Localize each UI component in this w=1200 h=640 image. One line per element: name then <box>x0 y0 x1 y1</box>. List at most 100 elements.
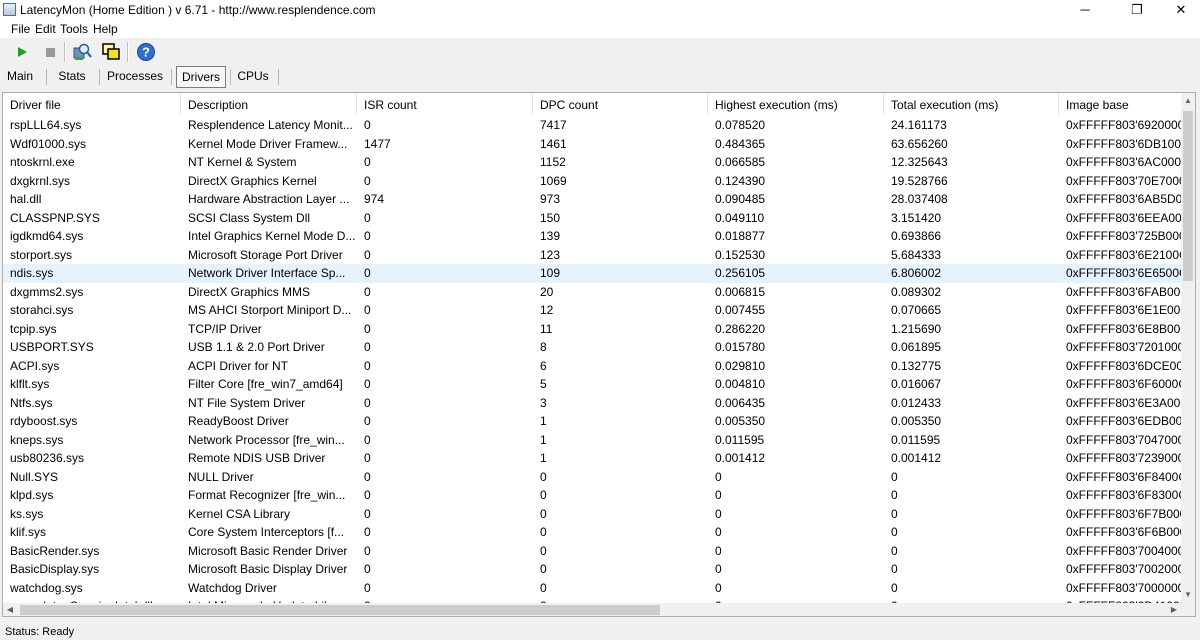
table-row[interactable]: klflt.sys Filter Core [fre_win7_amd64] 0 5 0… <box>3 375 1181 394</box>
scrollbar-corner <box>1181 603 1195 616</box>
column-header-highest-execution[interactable]: Highest execution (ms) <box>708 93 884 115</box>
tab-processes[interactable]: Processes <box>104 66 166 88</box>
column-header-description[interactable]: Description <box>181 93 357 115</box>
table-row[interactable]: BasicRender.sys Microsoft Basic Render Dr… <box>3 542 1181 561</box>
windows-icon[interactable] <box>100 41 122 63</box>
table-row[interactable]: Wdf01000.sys Kernel Mode Driver Framew...… <box>3 135 1181 154</box>
image-base-cell: 0xFFFFF803'6F6000C <box>1066 377 1181 391</box>
table-row[interactable]: igdkmd64.sys Intel Graphics Kernel Mode D… <box>3 227 1181 246</box>
help-icon[interactable]: ? <box>135 41 157 63</box>
column-header-image-base[interactable]: Image base <box>1059 93 1181 115</box>
menu-help[interactable]: Help <box>93 22 118 36</box>
drivers-list[interactable]: Driver file Description ISR count DPC co… <box>2 92 1196 617</box>
scroll-up-icon[interactable]: ▲ <box>1181 93 1195 109</box>
table-row[interactable]: Null.SYS NULL Driver 0 0 0 0 0xFFFFF803'6F8400… <box>3 468 1181 487</box>
driver-file-cell: klpd.sys <box>10 488 54 502</box>
scroll-right-icon[interactable]: ▶ <box>1167 602 1181 616</box>
table-row[interactable]: storahci.sys MS AHCI Storport Miniport D.… <box>3 301 1181 320</box>
image-base-cell: 0xFFFFF803'6DCE00C <box>1066 358 1181 373</box>
column-header-driver-file[interactable]: Driver file <box>3 93 181 115</box>
table-row[interactable]: rspLLL64.sys Resplendence Latency Monit..… <box>3 116 1181 135</box>
highest-execution-cell: 0 <box>715 488 722 502</box>
total-execution-cell: 6.806002 <box>891 266 942 280</box>
toolbar: ? <box>0 38 1200 66</box>
image-base-cell: 0xFFFFF803'6E6500C <box>1066 266 1181 280</box>
table-row[interactable]: USBPORT.SYS USB 1.1 & 2.0 Port Driver 0 8 0.… <box>3 338 1181 357</box>
total-execution-cell: 24.161173 <box>891 118 947 132</box>
tab-cpus[interactable]: CPUs <box>234 66 272 88</box>
description-cell: NT File System Driver <box>188 395 306 410</box>
driver-file-cell: BasicDisplay.sys <box>10 562 100 576</box>
dpc-count-cell: 0 <box>540 469 547 484</box>
menu-bar: File Edit Tools Help <box>0 20 1200 38</box>
highest-execution-cell: 0 <box>715 525 722 539</box>
dpc-count-cell: 0 <box>540 580 547 595</box>
description-cell: NT Kernel & System <box>188 155 297 169</box>
tab-main[interactable]: Main <box>3 66 37 88</box>
image-base-cell: 0xFFFFF803'6EDB00C <box>1066 414 1181 428</box>
table-row[interactable]: dxgkrnl.sys DirectX Graphics Kernel 0 1069 0… <box>3 172 1181 191</box>
description-cell: DirectX Graphics Kernel <box>188 173 317 188</box>
scroll-down-icon[interactable]: ▼ <box>1181 587 1195 603</box>
table-row[interactable]: CLASSPNP.SYS SCSI Class System Dll 0 150 0.0… <box>3 209 1181 228</box>
table-row[interactable]: watchdog.sys Watchdog Driver 0 0 0 0 0xFFFFF80… <box>3 579 1181 598</box>
driver-file-cell: BasicRender.sys <box>10 543 100 558</box>
dpc-count-cell: 0 <box>540 543 547 558</box>
table-row[interactable]: usb80236.sys Remote NDIS USB Driver 0 1 0.00… <box>3 449 1181 468</box>
menu-tools[interactable]: Tools <box>60 22 88 36</box>
tab-bar: Main Stats Processes Drivers CPUs <box>0 66 1200 90</box>
dpc-count-cell: 0 <box>540 488 547 502</box>
table-row[interactable]: BasicDisplay.sys Microsoft Basic Display … <box>3 560 1181 579</box>
vertical-scroll-thumb[interactable] <box>1183 111 1193 281</box>
isr-count-cell: 0 <box>364 173 371 188</box>
scroll-left-icon[interactable]: ◀ <box>3 602 17 616</box>
description-cell: TCP/IP Driver <box>188 321 262 336</box>
minimize-button[interactable]: ─ <box>1062 0 1108 20</box>
table-row[interactable]: storport.sys Microsoft Storage Port Drive… <box>3 246 1181 265</box>
column-header-total-execution[interactable]: Total execution (ms) <box>884 93 1059 115</box>
isr-count-cell: 0 <box>364 229 371 243</box>
total-execution-cell: 5.684333 <box>891 247 942 262</box>
play-icon[interactable] <box>11 41 33 63</box>
tab-separator <box>278 69 279 85</box>
menu-edit[interactable]: Edit <box>35 22 56 36</box>
column-header-isr-count[interactable]: ISR count <box>357 93 533 115</box>
table-row[interactable]: ndis.sys Network Driver Interface Sp... 0 1… <box>3 264 1181 283</box>
image-base-cell: 0xFFFFF803'6DB1000 <box>1066 136 1181 151</box>
isr-count-cell: 0 <box>364 118 371 132</box>
tab-stats[interactable]: Stats <box>52 66 92 88</box>
close-button[interactable]: ✕ <box>1158 0 1200 20</box>
title-bar: LatencyMon (Home Edition ) v 6.71 - http… <box>0 0 1200 20</box>
total-execution-cell: 3.151420 <box>891 210 942 225</box>
table-row[interactable]: dxgmms2.sys DirectX Graphics MMS 0 20 0.0068… <box>3 283 1181 302</box>
dpc-count-cell: 1 <box>540 451 547 465</box>
horizontal-scroll-thumb[interactable] <box>20 605 660 615</box>
isr-count-cell: 0 <box>364 580 371 595</box>
tab-drivers[interactable]: Drivers <box>176 66 226 88</box>
table-row[interactable]: tcpip.sys TCP/IP Driver 0 11 0.286220 1.21569… <box>3 320 1181 339</box>
horizontal-scrollbar[interactable]: ◀ ▶ <box>3 602 1181 616</box>
maximize-button[interactable]: ❐ <box>1114 0 1160 20</box>
table-row[interactable]: klif.sys Core System Interceptors [f... 0 0… <box>3 523 1181 542</box>
stop-icon[interactable] <box>39 41 61 63</box>
table-row[interactable]: kneps.sys Network Processor [fre_win... 0 1… <box>3 431 1181 450</box>
driver-file-cell: igdkmd64.sys <box>10 229 84 243</box>
driver-search-icon[interactable] <box>71 41 93 63</box>
highest-execution-cell: 0.124390 <box>715 173 766 188</box>
table-row[interactable]: hal.dll Hardware Abstraction Layer ... 974… <box>3 190 1181 209</box>
isr-count-cell: 0 <box>364 562 371 576</box>
image-base-cell: 0xFFFFF803'7047000 <box>1066 432 1181 447</box>
total-execution-cell: 0.005350 <box>891 414 942 428</box>
image-base-cell: 0xFFFFF803'6F8300C <box>1066 488 1181 502</box>
column-header-dpc-count[interactable]: DPC count <box>533 93 708 115</box>
table-row[interactable]: Ntfs.sys NT File System Driver 0 3 0.006435 0… <box>3 394 1181 413</box>
dpc-count-cell: 973 <box>540 192 561 206</box>
table-row[interactable]: klpd.sys Format Recognizer [fre_win... 0 0 0… <box>3 486 1181 505</box>
vertical-scrollbar[interactable]: ▲ ▼ <box>1181 93 1195 603</box>
menu-file[interactable]: File <box>11 22 30 36</box>
table-row[interactable]: rdyboost.sys ReadyBoost Driver 0 1 0.005350 0… <box>3 412 1181 431</box>
table-row[interactable]: ks.sys Kernel CSA Library 0 0 0 0 0xFFFFF803'6… <box>3 505 1181 524</box>
table-row[interactable]: ntoskrnl.exe NT Kernel & System 0 1152 0.066… <box>3 153 1181 172</box>
table-row[interactable]: ACPI.sys ACPI Driver for NT 0 6 0.029810 0.13… <box>3 357 1181 376</box>
driver-file-cell: ntoskrnl.exe <box>10 155 75 169</box>
